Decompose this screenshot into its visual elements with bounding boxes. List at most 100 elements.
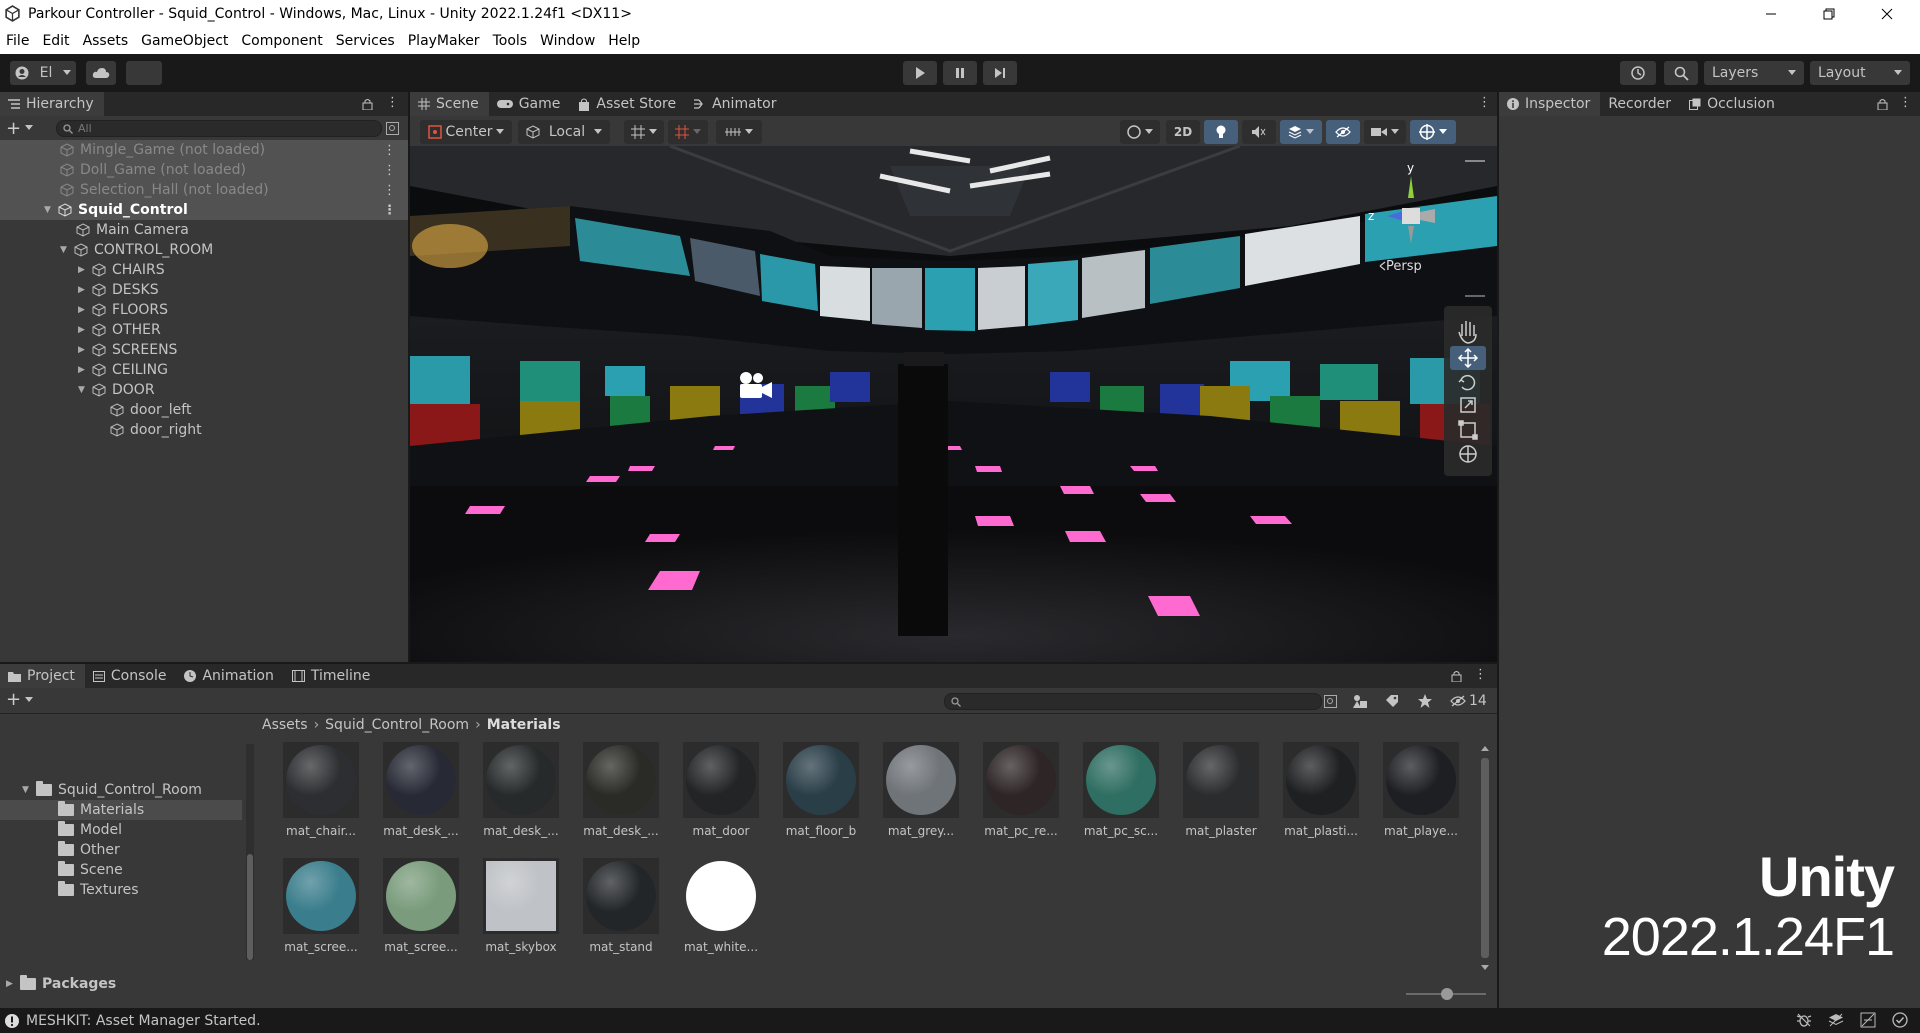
slider-handle[interactable] (1441, 988, 1453, 1000)
camera-settings-button[interactable] (1364, 120, 1406, 144)
hierarchy-item-floors[interactable]: ▶ FLOORS (0, 300, 408, 320)
thumbnail-size-slider[interactable] (1406, 986, 1486, 1002)
history-button[interactable] (1620, 61, 1656, 85)
layers-stack-icon[interactable] (1828, 1012, 1844, 1028)
pivot-dropdown[interactable]: Center (420, 120, 512, 144)
expand-arrow-icon[interactable]: ▶ (78, 285, 88, 295)
cloud-button[interactable] (86, 61, 116, 85)
star-icon[interactable] (1418, 694, 1432, 708)
tab-project[interactable]: Project (0, 664, 85, 688)
kebab-menu-icon[interactable]: ⋮ (1474, 667, 1487, 682)
ruler-button[interactable] (716, 120, 762, 144)
tree-item-packages[interactable]: ▶ Packages (0, 974, 242, 994)
tab-recorder[interactable]: Recorder (1600, 92, 1681, 116)
lock-icon[interactable] (1451, 670, 1462, 682)
hierarchy-item-main-camera[interactable]: Main Camera (0, 220, 408, 240)
tree-item-textures[interactable]: Textures (0, 880, 242, 900)
increment-snap-button[interactable] (668, 120, 708, 144)
grid-snap-button[interactable] (624, 120, 664, 144)
asset-tile[interactable]: mat_desk_... (476, 742, 566, 838)
kebab-menu-icon[interactable]: ⋮ (383, 163, 396, 178)
menu-services[interactable]: Services (336, 33, 395, 49)
hierarchy-item-screens[interactable]: ▶ SCREENS (0, 340, 408, 360)
menu-component[interactable]: Component (241, 33, 322, 49)
tree-item-model[interactable]: Model (0, 820, 242, 840)
asset-tile[interactable]: mat_desk_... (376, 742, 466, 838)
filter-by-label-icon[interactable] (1385, 694, 1399, 708)
tab-animator[interactable]: Animator (686, 92, 786, 116)
kebab-menu-icon[interactable]: ⋮ (383, 183, 396, 198)
expand-arrow-icon[interactable]: ▼ (22, 785, 32, 795)
expand-arrow-icon[interactable]: ▶ (6, 979, 16, 989)
2d-toggle[interactable]: 2D (1166, 120, 1200, 144)
network-icon[interactable] (1860, 1012, 1876, 1028)
bug-icon[interactable] (1796, 1012, 1812, 1028)
breadcrumb-squid-control-room[interactable]: Squid_Control_Room (325, 717, 469, 733)
asset-tile[interactable]: mat_skybox (476, 858, 566, 954)
menu-edit[interactable]: Edit (42, 33, 69, 49)
hierarchy-search-input[interactable]: All (56, 120, 382, 137)
menu-help[interactable]: Help (608, 33, 640, 49)
asset-tile[interactable]: mat_plasti... (1276, 742, 1366, 838)
space-dropdown[interactable]: Local (518, 120, 610, 144)
expand-arrow-icon[interactable]: ▶ (78, 345, 88, 355)
scene-viewport[interactable]: y z Persp (410, 146, 1497, 662)
tab-inspector[interactable]: Inspector (1499, 92, 1601, 116)
asset-grid-scrollbar-thumb[interactable] (1481, 758, 1489, 958)
shading-mode-button[interactable] (1120, 120, 1160, 144)
layout-dropdown[interactable]: Layout (1810, 61, 1910, 85)
asset-tile[interactable]: mat_chair... (276, 742, 366, 838)
tab-asset-store[interactable]: Asset Store (570, 92, 686, 116)
kebab-menu-icon[interactable]: ⋮ (383, 203, 396, 218)
hidden-packages-toggle[interactable]: 14 (1450, 693, 1487, 709)
asset-tile[interactable]: mat_floor_b (776, 742, 866, 838)
menu-gameobject[interactable]: GameObject (141, 33, 228, 49)
kebab-menu-icon[interactable]: ⋮ (386, 95, 399, 110)
tree-item-materials[interactable]: Materials (0, 800, 242, 820)
scroll-down-icon[interactable] (1480, 964, 1490, 972)
minimize-button[interactable] (1748, 0, 1794, 28)
lighting-toggle[interactable] (1204, 120, 1238, 144)
asset-tile[interactable]: mat_door (676, 742, 766, 838)
tree-item-other[interactable]: Other (0, 840, 242, 860)
visibility-toggle[interactable] (1326, 120, 1360, 144)
kebab-menu-icon[interactable]: ⋮ (383, 143, 396, 158)
expand-arrow-icon[interactable]: ▶ (78, 265, 88, 275)
asset-tile[interactable]: mat_stand (576, 858, 666, 954)
menu-window[interactable]: Window (540, 33, 595, 49)
expand-arrow-icon[interactable]: ▶ (78, 365, 88, 375)
transform-tool-icon[interactable] (1459, 445, 1477, 463)
hierarchy-item-door-right[interactable]: door_right (0, 420, 408, 440)
tree-scrollbar[interactable] (246, 744, 254, 960)
lock-icon[interactable] (362, 98, 373, 110)
asset-tile[interactable]: mat_scree... (376, 858, 466, 954)
tab-occlusion[interactable]: Occlusion (1681, 92, 1785, 116)
audio-toggle[interactable] (1242, 120, 1276, 144)
restore-button[interactable] (1806, 0, 1852, 28)
scene-row-selection-hall[interactable]: Selection_Hall (not loaded) ⋮ (0, 180, 408, 200)
expand-arrow-icon[interactable]: ▼ (44, 205, 54, 215)
asset-grid-scrollbar[interactable] (1480, 744, 1490, 974)
hierarchy-item-door[interactable]: ▼ DOOR (0, 380, 408, 400)
status-message[interactable]: MESHKIT: Asset Manager Started. (26, 1013, 261, 1029)
tab-timeline[interactable]: Timeline (284, 664, 381, 688)
search-scope-icon[interactable] (386, 122, 399, 135)
expand-arrow-icon[interactable]: ▼ (60, 245, 70, 255)
tab-game[interactable]: Game (489, 92, 571, 116)
scene-row-squid-control[interactable]: ▼ Squid_Control ⋮ (0, 200, 408, 220)
play-button[interactable] (903, 61, 937, 85)
hierarchy-item-control-room[interactable]: ▼ CONTROL_ROOM (0, 240, 408, 260)
asset-tile[interactable]: mat_pc_re... (976, 742, 1066, 838)
expand-arrow-icon[interactable]: ▶ (78, 305, 88, 315)
scene-row-doll-game[interactable]: Doll_Game (not loaded) ⋮ (0, 160, 408, 180)
breadcrumb-assets[interactable]: Assets (262, 717, 308, 733)
kebab-menu-icon[interactable]: ⋮ (1478, 95, 1491, 110)
menu-playmaker[interactable]: PlayMaker (408, 33, 480, 49)
hierarchy-item-chairs[interactable]: ▶ CHAIRS (0, 260, 408, 280)
lock-icon[interactable] (1877, 98, 1888, 110)
asset-tile[interactable]: mat_playe... (1376, 742, 1466, 838)
project-search-input[interactable] (944, 693, 1322, 710)
menu-assets[interactable]: Assets (83, 33, 129, 49)
asset-tile[interactable]: mat_scree... (276, 858, 366, 954)
close-button[interactable] (1864, 0, 1910, 28)
